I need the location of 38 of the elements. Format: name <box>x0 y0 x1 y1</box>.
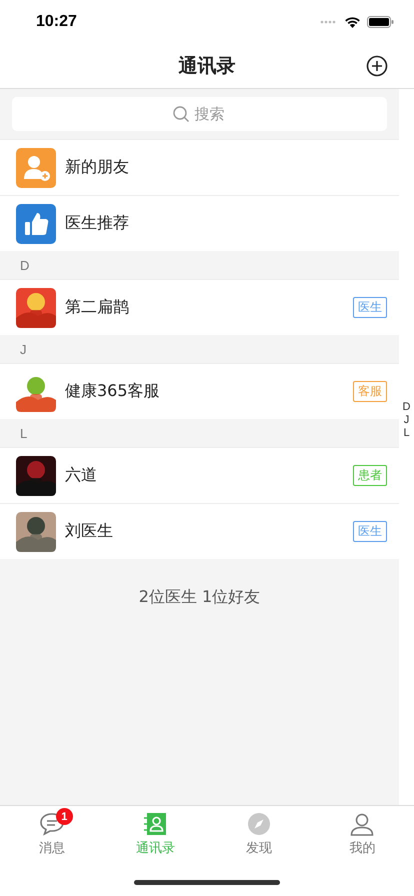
role-tag: 医生 <box>353 297 387 318</box>
contact-row[interactable]: 第二扁鹊 医生 <box>0 279 399 335</box>
contact-row[interactable]: 刘医生 医生 <box>0 503 399 559</box>
wifi-icon <box>344 16 361 28</box>
contact-name: 医生推荐 <box>65 213 130 234</box>
signal-icon <box>320 20 338 24</box>
section-letter: D <box>20 258 30 272</box>
add-icon[interactable] <box>366 55 388 77</box>
contact-name: 健康365客服 <box>65 381 161 402</box>
search-field[interactable]: 搜索 <box>12 97 387 131</box>
role-tag: 客服 <box>353 381 387 402</box>
contact-name: 第二扁鹊 <box>65 297 130 318</box>
contact-name: 新的朋友 <box>65 157 130 178</box>
contact-count: 2位医生 1位好友 <box>138 587 260 608</box>
status-time: 10:27 <box>36 13 77 31</box>
role-tag: 患者 <box>353 465 387 486</box>
contact-row[interactable]: 六道 患者 <box>0 447 399 503</box>
index-letter[interactable]: L <box>403 427 410 440</box>
index-letter[interactable]: J <box>404 414 410 427</box>
contact-name: 刘医生 <box>65 521 114 542</box>
search-icon <box>172 106 190 123</box>
battery-icon <box>367 16 394 28</box>
chat-icon <box>38 812 65 836</box>
section-letter: L <box>20 426 28 440</box>
section-letter: J <box>20 342 26 356</box>
compass-icon <box>246 812 271 836</box>
contacts-icon <box>143 812 168 836</box>
person-icon <box>350 812 374 836</box>
index-letter[interactable]: D <box>402 401 410 414</box>
contact-name: 六道 <box>65 465 98 486</box>
add-friend-icon <box>16 148 56 188</box>
role-tag: 医生 <box>353 521 387 542</box>
contact-row[interactable]: 健康365客服 客服 <box>0 363 399 419</box>
contact-row[interactable]: 新的朋友 <box>0 139 399 195</box>
thumbs-up-icon <box>16 204 56 244</box>
page-title: 通讯录 <box>178 54 236 79</box>
unread-badge: 1 <box>56 808 73 825</box>
contact-row[interactable]: 医生推荐 <box>0 195 399 251</box>
